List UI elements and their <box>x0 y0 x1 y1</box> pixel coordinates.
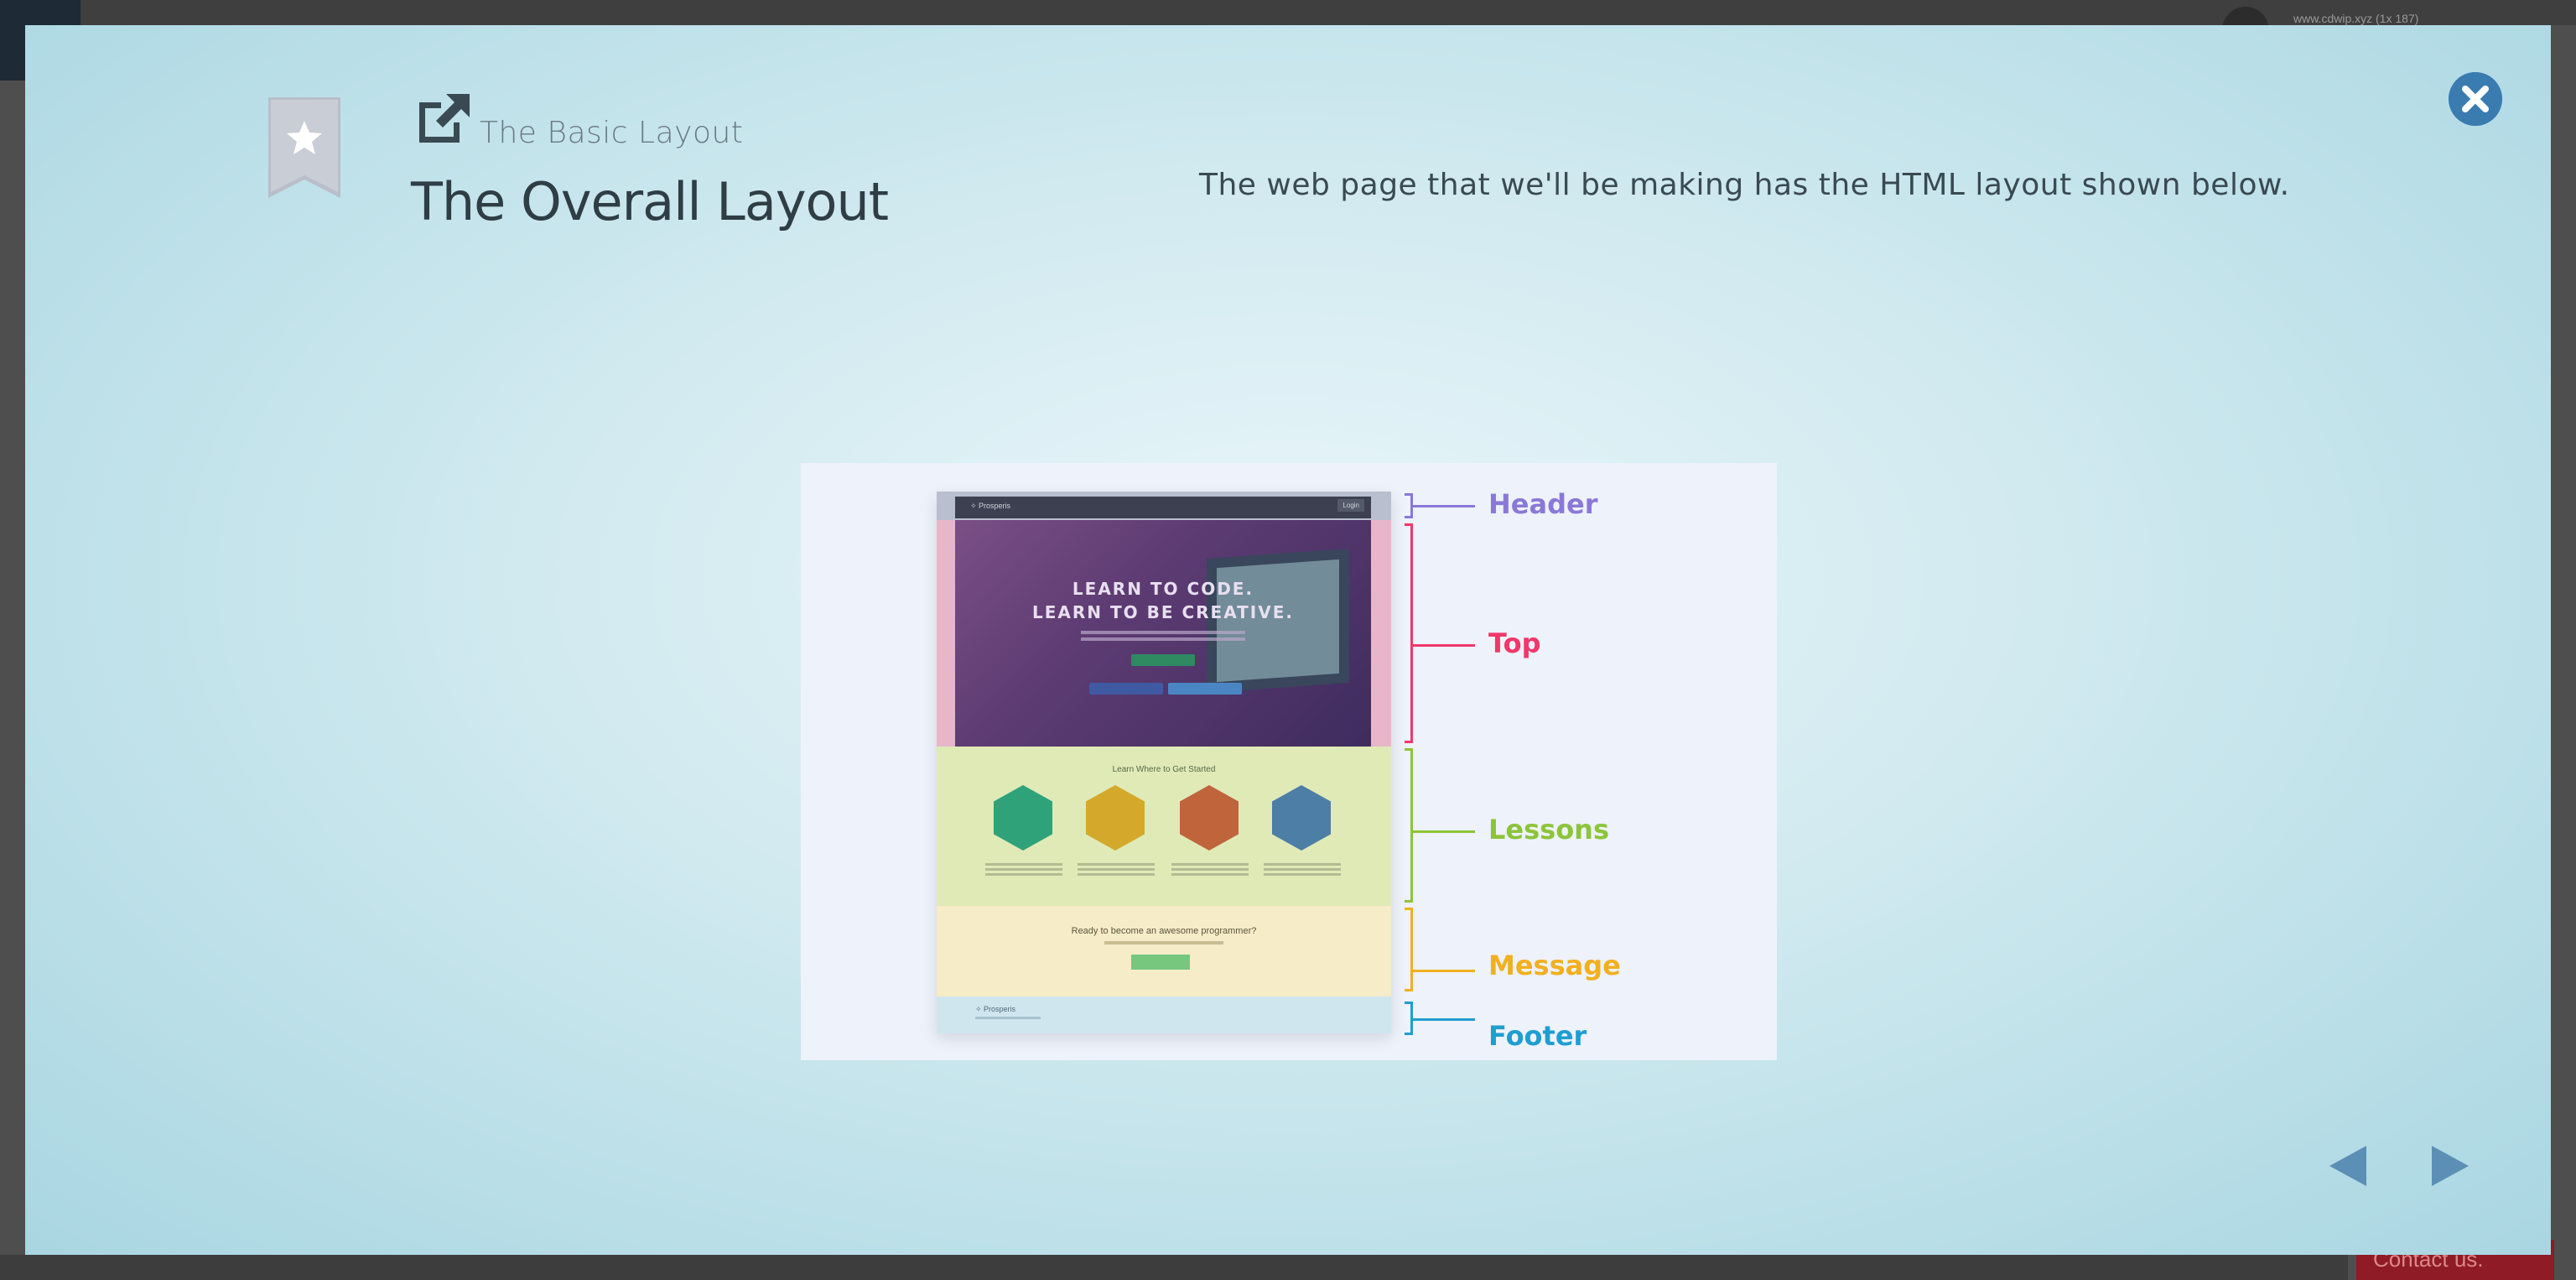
layout-diagram: ✧ Prosperis Login LEARN TO CODE. LEARN T… <box>801 463 1777 1060</box>
message-leader <box>1413 970 1475 972</box>
header-bracket <box>1405 493 1413 518</box>
mock-lessons-caption: Learn Where to Get Started <box>1112 765 1216 774</box>
lessons-bracket <box>1405 748 1413 903</box>
top-leader <box>1413 644 1475 647</box>
mock-lessons-section: Learn Where to Get Started <box>937 747 1391 906</box>
message-bracket <box>1405 908 1413 991</box>
mock-signup-button <box>1131 654 1195 666</box>
mock-lesson-text <box>985 861 1062 881</box>
next-arrow-icon[interactable] <box>2425 1141 2475 1191</box>
page-mockup: ✧ Prosperis Login LEARN TO CODE. LEARN T… <box>937 492 1391 1033</box>
header-leader <box>1413 505 1475 507</box>
lessons-leader <box>1413 830 1475 833</box>
mock-footer-line <box>975 1017 1041 1019</box>
mock-facebook-button <box>1089 683 1163 695</box>
star-bookmark-icon[interactable] <box>268 97 340 198</box>
mock-lesson-text <box>1171 861 1249 881</box>
background-topbar <box>0 0 2576 25</box>
mock-lesson-hexagon <box>994 785 1052 851</box>
mock-lesson-hexagon <box>1272 785 1331 851</box>
external-link-icon[interactable] <box>413 91 473 146</box>
mock-logo: ✧ Prosperis <box>970 502 1011 510</box>
lesson-modal: The Basic Layout The Overall Layout The … <box>25 25 2551 1255</box>
mock-twitter-button <box>1168 683 1242 695</box>
mock-message-subtext <box>1104 941 1223 944</box>
footer-leader <box>1413 1018 1475 1021</box>
footer-label: Footer <box>1488 1020 1587 1052</box>
mock-message-section: Ready to become an awesome programmer? <box>937 906 1391 996</box>
mock-navbar: ✧ Prosperis Login <box>955 497 1371 518</box>
background-url: www.cdwip.xyz (1x 187) <box>2293 12 2419 25</box>
mock-footer-logo: ✧ Prosperis <box>975 1005 1016 1013</box>
mock-header-section: ✧ Prosperis Login <box>937 492 1391 520</box>
mock-lesson-hexagon <box>1180 785 1239 851</box>
mock-message-text: Ready to become an awesome programmer? <box>1071 926 1257 936</box>
mock-hero-line2: LEARN TO BE CREATIVE. <box>1032 602 1294 622</box>
top-bracket <box>1405 523 1413 743</box>
mock-hero-line1: LEARN TO CODE. <box>1072 579 1254 599</box>
mock-lesson-hexagon <box>1086 785 1145 851</box>
mock-login: Login <box>1337 499 1364 512</box>
mock-hero: LEARN TO CODE. LEARN TO BE CREATIVE. <box>955 520 1371 747</box>
mock-hero-subtext-2 <box>1081 637 1245 641</box>
header-label: Header <box>1488 488 1598 520</box>
mock-footer-section: ✧ Prosperis <box>937 996 1391 1033</box>
footer-bracket <box>1405 1002 1413 1035</box>
lesson-description: The web page that we'll be making has th… <box>1199 168 2290 202</box>
mock-hero-title: LEARN TO CODE. LEARN TO BE CREATIVE. <box>955 577 1371 624</box>
page-title: The Overall Layout <box>411 171 889 232</box>
lessons-label: Lessons <box>1488 814 1609 846</box>
mock-lesson-text <box>1264 861 1341 881</box>
mock-lesson-text <box>1078 861 1155 881</box>
breadcrumb: The Basic Layout <box>480 116 744 150</box>
message-label: Message <box>1488 950 1621 981</box>
top-label: Top <box>1488 627 1541 659</box>
mock-top-section: LEARN TO CODE. LEARN TO BE CREATIVE. <box>937 520 1391 747</box>
mock-message-button <box>1131 955 1190 970</box>
prev-arrow-icon[interactable] <box>2323 1141 2373 1191</box>
background-bottombar <box>0 1255 2348 1280</box>
mock-hero-subtext <box>1081 631 1245 634</box>
close-button[interactable] <box>2449 72 2502 126</box>
